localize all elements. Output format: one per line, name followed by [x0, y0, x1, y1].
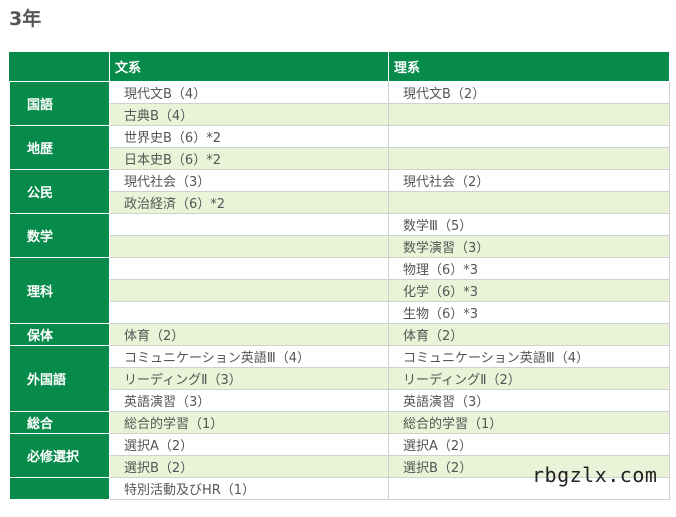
subject-label: 国語	[9, 81, 110, 126]
cell-bunkei: 英語演習（3）	[109, 389, 389, 412]
cell-rikei: 化学（6）*3	[388, 279, 670, 302]
cell-rikei	[388, 147, 670, 170]
cell-bunkei: 世界史B（6）*2	[109, 125, 389, 148]
cell-rikei	[388, 103, 670, 126]
cell-bunkei: 選択A（2）	[109, 433, 389, 456]
cell-rikei: 現代文B（2）	[388, 81, 670, 104]
header-corner	[9, 51, 110, 82]
table-row: 保体 体育（2） 体育（2）	[9, 323, 670, 346]
cell-bunkei	[109, 301, 389, 324]
cell-rikei: 現代社会（2）	[388, 169, 670, 192]
cell-bunkei: 特別活動及びHR（1）	[109, 477, 389, 500]
cell-rikei: 数学Ⅲ（5）	[388, 213, 670, 236]
cell-bunkei	[109, 235, 389, 258]
curriculum-table: 文系 理系 国語 現代文B（4） 現代文B（2） 古典B（4） 地歴 世界史B（6）*2 日…	[9, 51, 670, 500]
table-row: 公民 現代社会（3） 現代社会（2）	[9, 169, 670, 214]
cell-bunkei: 現代社会（3）	[109, 169, 389, 192]
cell-rikei: 英語演習（3）	[388, 389, 670, 412]
cell-bunkei: 現代文B（4）	[109, 81, 389, 104]
cell-bunkei: 選択B（2）	[109, 455, 389, 478]
page-title: 3年	[9, 8, 42, 30]
cell-rikei	[388, 125, 670, 148]
cell-bunkei: 古典B（4）	[109, 103, 389, 126]
cell-bunkei	[109, 257, 389, 280]
subject-label: 外国語	[9, 345, 110, 412]
cell-rikei: 選択A（2）	[388, 433, 670, 456]
header-rikei: 理系	[388, 51, 670, 82]
table-row: 総合 総合的学習（1） 総合的学習（1）	[9, 411, 670, 434]
watermark: rbgzlx.com	[532, 463, 658, 487]
table-row: 数学 数学Ⅲ（5）	[9, 213, 670, 258]
cell-bunkei: 日本史B（6）*2	[109, 147, 389, 170]
header-bunkei: 文系	[109, 51, 389, 82]
cell-rikei: リーディングⅡ（2）	[388, 367, 670, 390]
cell-rikei: 物理（6）*3	[388, 257, 670, 280]
table-row: 国語 現代文B（4） 現代文B（2）	[9, 81, 670, 126]
cell-rikei: 生物（6）*3	[388, 301, 670, 324]
table-row: 外国語 コミュニケーション英語Ⅲ（4） コミュニケーション英語Ⅲ（4）	[9, 345, 670, 412]
subject-label: 必修選択	[9, 433, 110, 478]
cell-bunkei: コミュニケーション英語Ⅲ（4）	[109, 345, 389, 368]
cell-bunkei: リーディングⅡ（3）	[109, 367, 389, 390]
subject-label: 数学	[9, 213, 110, 258]
subject-label	[9, 477, 110, 500]
table-row: 必修選択 選択A（2） 選択A（2）	[9, 433, 670, 478]
cell-bunkei	[109, 213, 389, 236]
subject-label: 公民	[9, 169, 110, 214]
cell-rikei: 体育（2）	[388, 323, 670, 346]
table-row: 地歴 世界史B（6）*2	[9, 125, 670, 170]
subject-label: 保体	[9, 323, 110, 346]
subject-label: 総合	[9, 411, 110, 434]
table-row: 理科 物理（6）*3	[9, 257, 670, 324]
cell-rikei: 数学演習（3）	[388, 235, 670, 258]
table-header-row: 文系 理系	[9, 51, 670, 82]
subject-label: 理科	[9, 257, 110, 324]
cell-bunkei: 総合的学習（1）	[109, 411, 389, 434]
cell-bunkei	[109, 279, 389, 302]
subject-label: 地歴	[9, 125, 110, 170]
cell-bunkei: 政治経済（6）*2	[109, 191, 389, 214]
cell-bunkei: 体育（2）	[109, 323, 389, 346]
cell-rikei: 総合的学習（1）	[388, 411, 670, 434]
cell-rikei	[388, 191, 670, 214]
cell-rikei: コミュニケーション英語Ⅲ（4）	[388, 345, 670, 368]
